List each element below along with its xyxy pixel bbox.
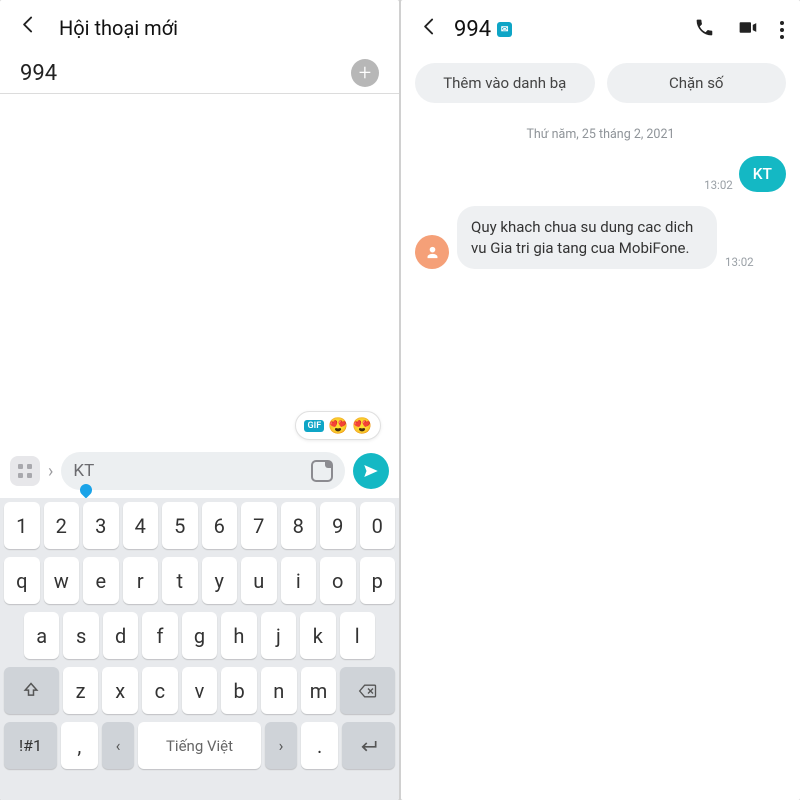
incoming-bubble[interactable]: Quy khach chua su dung cac dich vu Gia t… (457, 206, 717, 269)
key-r[interactable]: r (123, 557, 159, 604)
key-d[interactable]: d (103, 612, 138, 659)
gif-badge-icon: GIF (304, 420, 324, 432)
key-s[interactable]: s (63, 612, 98, 659)
recipient-row: 994 + (0, 51, 399, 94)
key-k[interactable]: k (300, 612, 335, 659)
emoji-suggestion-pill[interactable]: GIF 😍 😍 (295, 411, 381, 440)
key-g[interactable]: g (182, 612, 217, 659)
key-9[interactable]: 9 (320, 502, 356, 549)
return-key[interactable] (342, 722, 395, 769)
key-w[interactable]: w (44, 557, 80, 604)
outgoing-message-row: 13:02 KT (415, 156, 786, 192)
key-l[interactable]: l (340, 612, 375, 659)
page-title: Hội thoại mới (59, 16, 178, 40)
emoji-heart-eyes-icon: 😍 (352, 416, 372, 435)
message-input-bar: › KT (0, 446, 399, 498)
kbd-row-4: zxcvbnm (0, 663, 399, 718)
key-5[interactable]: 5 (162, 502, 198, 549)
key-b[interactable]: b (221, 667, 257, 714)
call-icon[interactable] (694, 17, 715, 42)
key-h[interactable]: h (221, 612, 256, 659)
key-a[interactable]: a (24, 612, 59, 659)
key-c[interactable]: c (142, 667, 178, 714)
key-z[interactable]: z (63, 667, 99, 714)
key-y[interactable]: y (202, 557, 238, 604)
rcs-badge-icon: ✉ (497, 22, 512, 37)
key-t[interactable]: t (162, 557, 198, 604)
shift-key[interactable] (4, 667, 59, 714)
message-field[interactable]: KT (61, 452, 345, 490)
key-i[interactable]: i (281, 557, 317, 604)
key-v[interactable]: v (182, 667, 218, 714)
back-icon[interactable] (18, 14, 39, 41)
key-7[interactable]: 7 (241, 502, 277, 549)
add-to-contacts-button[interactable]: Thêm vào danh bạ (415, 63, 595, 103)
sticker-icon[interactable] (311, 460, 333, 482)
soft-keyboard: 1234567890 qwertyuiop asdfghjkl zxcvbnm … (0, 498, 399, 800)
sender-avatar-icon[interactable] (415, 235, 449, 269)
quick-actions-row: Thêm vào danh bạ Chặn số (401, 53, 800, 111)
kbd-row-5: !#1 , ‹ Tiếng Việt › . (0, 718, 399, 773)
incoming-message-row: Quy khach chua su dung cac dich vu Gia t… (415, 206, 786, 269)
key-4[interactable]: 4 (123, 502, 159, 549)
message-time: 13:02 (725, 255, 754, 269)
lang-next-key[interactable]: › (265, 722, 298, 769)
spacebar-key[interactable]: Tiếng Việt (138, 722, 260, 769)
send-button[interactable] (353, 453, 389, 489)
comma-key[interactable]: , (61, 722, 98, 769)
kbd-row-numbers: 1234567890 (0, 498, 399, 553)
compose-pane: Hội thoại mới 994 + GIF 😍 😍 › KT 1234567… (0, 0, 399, 800)
key-u[interactable]: u (241, 557, 277, 604)
key-3[interactable]: 3 (83, 502, 119, 549)
message-thread: 13:02 KT Quy khach chua su dung cac dich… (401, 156, 800, 269)
key-8[interactable]: 8 (281, 502, 317, 549)
key-n[interactable]: n (261, 667, 297, 714)
key-p[interactable]: p (360, 557, 396, 604)
key-o[interactable]: o (320, 557, 356, 604)
message-time: 13:02 (704, 178, 733, 192)
key-2[interactable]: 2 (44, 502, 80, 549)
date-separator: Thứ năm, 25 tháng 2, 2021 (401, 127, 800, 142)
key-0[interactable]: 0 (360, 502, 396, 549)
key-e[interactable]: e (83, 557, 119, 604)
block-number-button[interactable]: Chặn số (607, 63, 787, 103)
key-m[interactable]: m (301, 667, 337, 714)
apps-grid-button[interactable] (10, 456, 40, 486)
message-text-value: KT (73, 461, 303, 481)
kbd-row-2: qwertyuiop (0, 553, 399, 608)
expand-chevron-icon[interactable]: › (48, 461, 53, 482)
key-f[interactable]: f (142, 612, 177, 659)
more-menu-icon[interactable] (780, 21, 784, 39)
key-1[interactable]: 1 (4, 502, 40, 549)
conversation-header: 994 ✉ (401, 0, 800, 53)
lang-prev-key[interactable]: ‹ (102, 722, 135, 769)
symbols-key[interactable]: !#1 (4, 722, 57, 769)
add-recipient-button[interactable]: + (351, 59, 379, 87)
kbd-row-3: asdfghjkl (0, 608, 399, 663)
video-call-icon[interactable] (737, 17, 758, 42)
period-key[interactable]: . (301, 722, 338, 769)
contact-number: 994 (454, 17, 491, 42)
compose-header: Hội thoại mới (0, 0, 399, 51)
outgoing-bubble[interactable]: KT (739, 156, 786, 192)
key-j[interactable]: j (261, 612, 296, 659)
backspace-key[interactable] (340, 667, 395, 714)
key-6[interactable]: 6 (202, 502, 238, 549)
emoji-heart-eyes-icon: 😍 (328, 416, 348, 435)
conversation-pane: 994 ✉ Thêm vào danh bạ Chặn số Thứ năm, … (401, 0, 800, 800)
key-q[interactable]: q (4, 557, 40, 604)
recipient-input[interactable]: 994 (20, 61, 351, 86)
back-icon[interactable] (419, 16, 440, 43)
key-x[interactable]: x (102, 667, 138, 714)
